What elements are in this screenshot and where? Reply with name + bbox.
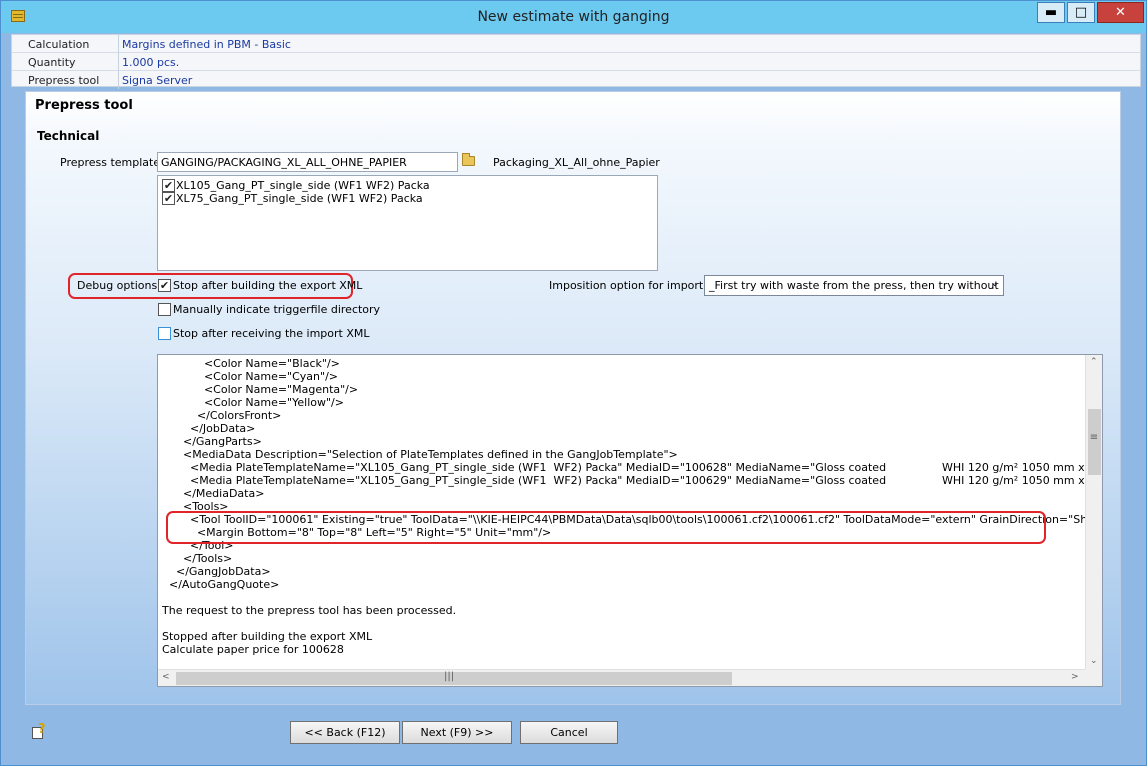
estimate-window: New estimate with ganging ▬ □ ✕ Calculat…	[0, 0, 1147, 766]
vertical-scrollbar[interactable]: ⌃ ≡ ⌄	[1085, 355, 1102, 670]
log-line: </JobData>	[162, 422, 256, 435]
window-title: New estimate with ganging	[477, 9, 670, 25]
log-line: The request to the prepress tool has bee…	[162, 604, 457, 617]
debug-options-label: Debug options	[77, 279, 158, 292]
estimate-summary: Calculation Margins defined in PBM - Bas…	[11, 34, 1141, 89]
list-item[interactable]: XL105_Gang_PT_single_side (WF1 WF2) Pack…	[176, 179, 430, 192]
highlight-tool-xml	[166, 511, 1046, 544]
scroll-left-icon[interactable]: <	[162, 672, 170, 682]
imposition-label: Imposition option for import	[549, 279, 704, 292]
scroll-right-icon[interactable]: >	[1071, 672, 1079, 682]
log-line: <Media PlateTemplateName="XL105_Gang_PT_…	[189, 461, 1085, 474]
log-line: </Tools>	[162, 552, 233, 565]
template-input[interactable]: GANGING/PACKAGING_XL_ALL_OHNE_PAPIER	[157, 152, 458, 172]
log-line: <Color Name="Magenta"/>	[162, 383, 359, 396]
scroll-down-icon[interactable]: ⌄	[1090, 656, 1098, 666]
log-line: Calculate paper price for 100628	[162, 643, 344, 656]
log-line: Stopped after building the export XML	[162, 630, 373, 643]
plate-template-list[interactable]: XL105_Gang_PT_single_side (WF1 WF2) Pack…	[157, 175, 658, 271]
imposition-select[interactable]: _First try with waste from the press, th…	[704, 275, 1004, 296]
log-line: </AutoGangQuote>	[162, 578, 280, 591]
title-bar: New estimate with ganging ▬ □ ✕	[1, 1, 1146, 33]
list-item-checkbox[interactable]	[162, 179, 175, 192]
info-row-calculation: Calculation Margins defined in PBM - Bas…	[12, 35, 1140, 53]
log-output[interactable]: <Color Name="Black"/> <Color Name="Cyan"…	[157, 354, 1103, 687]
help-icon[interactable]: ?	[32, 722, 48, 740]
folder-open-icon[interactable]	[462, 153, 475, 166]
log-line: </GangJobData>	[162, 565, 271, 578]
log-line: </MediaData>	[162, 487, 265, 500]
grip-icon: |||	[444, 671, 455, 682]
minimize-button[interactable]: ▬	[1037, 2, 1065, 23]
log-line: <Media PlateTemplateName="XL105_Gang_PT_…	[189, 474, 1085, 487]
list-item[interactable]: XL75_Gang_PT_single_side (WF1 WF2) Packa	[176, 192, 423, 205]
horizontal-scrollbar[interactable]: < ||| >	[158, 669, 1086, 686]
page-title: Prepress tool	[35, 98, 133, 113]
imposition-selected: _First try with waste from the press, th…	[709, 279, 999, 292]
stop-export-checkbox[interactable]	[158, 279, 171, 292]
scroll-corner	[1085, 669, 1102, 686]
section-title: Technical	[37, 129, 100, 143]
stop-export-label: Stop after building the export XML	[173, 279, 363, 292]
log-line: </GangParts>	[162, 435, 262, 448]
info-value: 1.000 pcs.	[122, 56, 180, 69]
manual-trigger-checkbox[interactable]	[158, 303, 171, 316]
info-label: Quantity	[28, 56, 76, 69]
log-line: <Color Name="Yellow"/>	[162, 396, 344, 409]
prepress-panel: Prepress tool Technical Prepress templat…	[25, 91, 1121, 705]
log-line: <Color Name="Cyan"/>	[162, 370, 339, 383]
stop-import-label: Stop after receiving the import XML	[173, 327, 370, 340]
template-name: Packaging_XL_All_ohne_Papier	[493, 156, 660, 169]
log-line: </ColorsFront>	[162, 409, 282, 422]
log-line: <Color Name="Black"/>	[162, 357, 340, 370]
info-row-quantity: Quantity 1.000 pcs.	[12, 53, 1140, 71]
info-value: Signa Server	[122, 74, 193, 87]
grip-icon: ≡	[1089, 432, 1099, 443]
maximize-button[interactable]: □	[1067, 2, 1095, 23]
cancel-button[interactable]: Cancel	[520, 721, 618, 744]
stop-import-checkbox[interactable]	[158, 327, 171, 340]
info-label: Calculation	[28, 38, 90, 51]
next-button[interactable]: Next (F9) >>	[402, 721, 512, 744]
log-line: <MediaData Description="Selection of Pla…	[162, 448, 678, 461]
close-button[interactable]: ✕	[1097, 2, 1144, 23]
template-label: Prepress template	[60, 156, 161, 169]
list-item-checkbox[interactable]	[162, 192, 175, 205]
chevron-down-icon: ⌄	[990, 278, 999, 289]
scroll-up-icon[interactable]: ⌃	[1090, 357, 1098, 367]
info-label: Prepress tool	[28, 74, 100, 87]
manual-trigger-label: Manually indicate triggerfile directory	[173, 303, 381, 316]
info-row-prepress-tool: Prepress tool Signa Server	[12, 71, 1140, 89]
info-value: Margins defined in PBM - Basic	[122, 38, 291, 51]
back-button[interactable]: << Back (F12)	[290, 721, 400, 744]
